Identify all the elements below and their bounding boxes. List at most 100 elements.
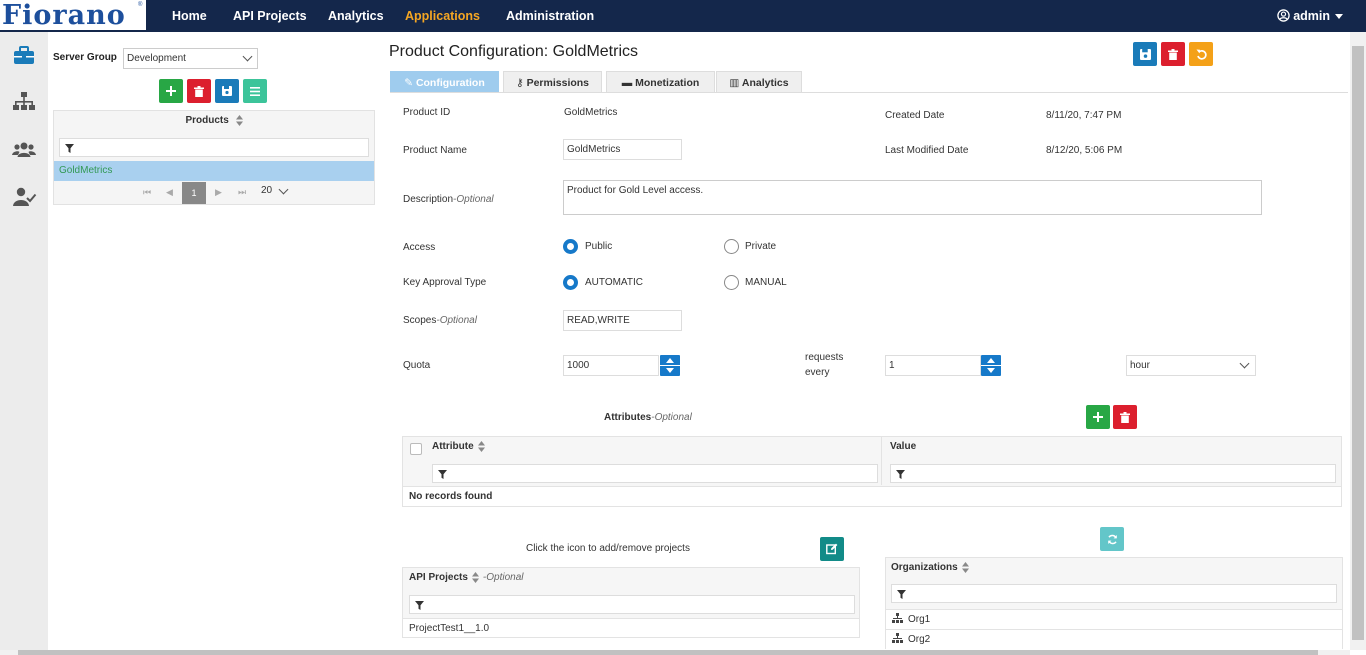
organization-row[interactable]: Org2	[886, 629, 1342, 649]
save-product-button[interactable]	[215, 79, 239, 103]
key-icon: ⚷	[515, 77, 527, 89]
delete-attribute-button[interactable]	[1113, 405, 1137, 429]
user-circle-icon	[1277, 9, 1290, 22]
first-page-icon[interactable]: ⏮	[143, 187, 151, 198]
organizations-filter-input[interactable]	[891, 584, 1337, 603]
nav-applications[interactable]: Applications	[405, 0, 480, 32]
plus-icon	[1093, 412, 1103, 422]
sitemap-icon	[892, 613, 903, 623]
tab-monetization[interactable]: ▬ Monetization	[606, 71, 715, 93]
attribute-column-header[interactable]: Attribute	[432, 441, 485, 452]
tab-analytics[interactable]: ▥ Analytics	[716, 71, 802, 93]
approval-manual-label: MANUAL	[745, 277, 787, 288]
nav-api-projects[interactable]: API Projects	[233, 0, 307, 32]
user-check-icon[interactable]	[11, 184, 37, 210]
nav-administration[interactable]: Administration	[506, 0, 594, 32]
project-row[interactable]: ProjectTest1__1.0	[403, 618, 859, 637]
approval-manual-radio[interactable]	[724, 275, 739, 290]
vertical-scrollbar[interactable]	[1350, 32, 1366, 650]
tab-configuration[interactable]: ✎ Configuration	[390, 71, 499, 93]
value-column-header[interactable]: Value	[890, 441, 916, 452]
current-page[interactable]: 1	[182, 182, 206, 204]
delete-product-button[interactable]	[187, 79, 211, 103]
save-icon	[1139, 48, 1151, 60]
logo-registered-mark: ®	[138, 2, 143, 8]
quota-stepper[interactable]	[660, 355, 680, 376]
tab-label: Monetization	[635, 77, 700, 89]
product-name-input[interactable]: GoldMetrics	[563, 139, 682, 160]
approval-automatic-radio[interactable]	[563, 275, 578, 290]
sitemap-icon[interactable]	[11, 89, 37, 115]
approval-automatic-label: AUTOMATIC	[585, 277, 643, 288]
horizontal-scrollbar[interactable]	[0, 650, 1350, 655]
briefcase-icon[interactable]	[11, 43, 37, 69]
horizontal-scroll-thumb[interactable]	[18, 650, 1318, 655]
sort-icon[interactable]	[235, 114, 243, 126]
product-row-selected[interactable]: GoldMetrics	[54, 161, 374, 181]
add-attribute-button[interactable]	[1086, 405, 1110, 429]
interval-unit-select[interactable]: hour	[1126, 355, 1256, 376]
products-filter-input[interactable]	[59, 138, 369, 157]
api-projects-table: API Projects -Optional ProjectTest1__1.0	[402, 567, 860, 638]
vertical-scroll-thumb[interactable]	[1352, 46, 1364, 640]
arrow-up-icon[interactable]	[666, 358, 674, 363]
products-header[interactable]: Products	[54, 111, 374, 131]
caret-down-icon[interactable]	[1335, 14, 1343, 19]
organizations-header[interactable]: Organizations	[891, 562, 969, 573]
nav-analytics[interactable]: Analytics	[328, 0, 384, 32]
product-id-value: GoldMetrics	[564, 107, 618, 118]
arrow-down-icon[interactable]	[666, 368, 674, 373]
edit-projects-button[interactable]	[820, 537, 844, 561]
list-icon	[250, 86, 260, 96]
trash-icon	[1120, 411, 1130, 423]
attribute-filter-input[interactable]	[432, 464, 878, 483]
select-all-checkbox[interactable]	[410, 443, 422, 455]
server-group-label: Server Group	[53, 52, 117, 63]
filter-icon	[65, 144, 74, 153]
arrow-down-icon[interactable]	[987, 368, 995, 373]
access-private-label: Private	[745, 241, 777, 252]
pagination: ⏮ ◀ 1 ▶ ⏭ 20	[54, 181, 374, 205]
save-button[interactable]	[1133, 42, 1157, 66]
plus-icon	[166, 86, 176, 96]
arrow-up-icon[interactable]	[987, 358, 995, 363]
refresh-organizations-button[interactable]	[1100, 527, 1124, 551]
description-textarea[interactable]: Product for Gold Level access.	[563, 180, 1262, 215]
projects-filter-input[interactable]	[409, 595, 855, 614]
interval-input[interactable]: 1	[885, 355, 981, 376]
tab-permissions[interactable]: ⚷ Permissions	[503, 71, 602, 93]
organization-row[interactable]: Org1	[886, 609, 1342, 629]
prev-page-icon[interactable]: ◀	[166, 187, 173, 198]
api-projects-header[interactable]: API Projects -Optional	[409, 572, 524, 583]
add-product-button[interactable]	[159, 79, 183, 103]
list-view-button[interactable]	[243, 79, 267, 103]
server-group-select[interactable]: Development	[123, 48, 258, 69]
quota-input[interactable]: 1000	[563, 355, 659, 376]
users-icon[interactable]	[11, 137, 37, 163]
scopes-input[interactable]: READ,WRITE	[563, 310, 682, 331]
left-rail	[0, 32, 48, 655]
modified-date-value: 8/12/20, 5:06 PM	[1046, 145, 1123, 156]
fiorano-logo[interactable]: Fiorano ®	[0, 0, 146, 32]
product-id-label: Product ID	[403, 107, 451, 118]
filter-icon	[415, 601, 424, 610]
value-filter-input[interactable]	[890, 464, 1336, 483]
user-menu[interactable]: admin	[1277, 0, 1330, 32]
undo-button[interactable]	[1189, 42, 1213, 66]
page-size-select[interactable]: 20	[261, 185, 272, 196]
access-public-radio[interactable]	[563, 239, 578, 254]
nav-home[interactable]: Home	[172, 0, 207, 32]
filter-icon	[896, 470, 905, 479]
next-page-icon[interactable]: ▶	[215, 187, 222, 198]
filter-icon	[897, 590, 906, 599]
delete-button[interactable]	[1161, 42, 1185, 66]
interval-stepper[interactable]	[981, 355, 1001, 376]
created-date-value: 8/11/20, 7:47 PM	[1046, 110, 1122, 121]
last-page-icon[interactable]: ⏭	[238, 187, 246, 198]
access-label: Access	[403, 242, 436, 253]
chevron-down-icon[interactable]	[278, 184, 289, 195]
save-icon	[222, 86, 232, 96]
description-label: Description-Optional	[403, 194, 494, 205]
empty-message: No records found	[403, 486, 1341, 506]
access-private-radio[interactable]	[724, 239, 739, 254]
